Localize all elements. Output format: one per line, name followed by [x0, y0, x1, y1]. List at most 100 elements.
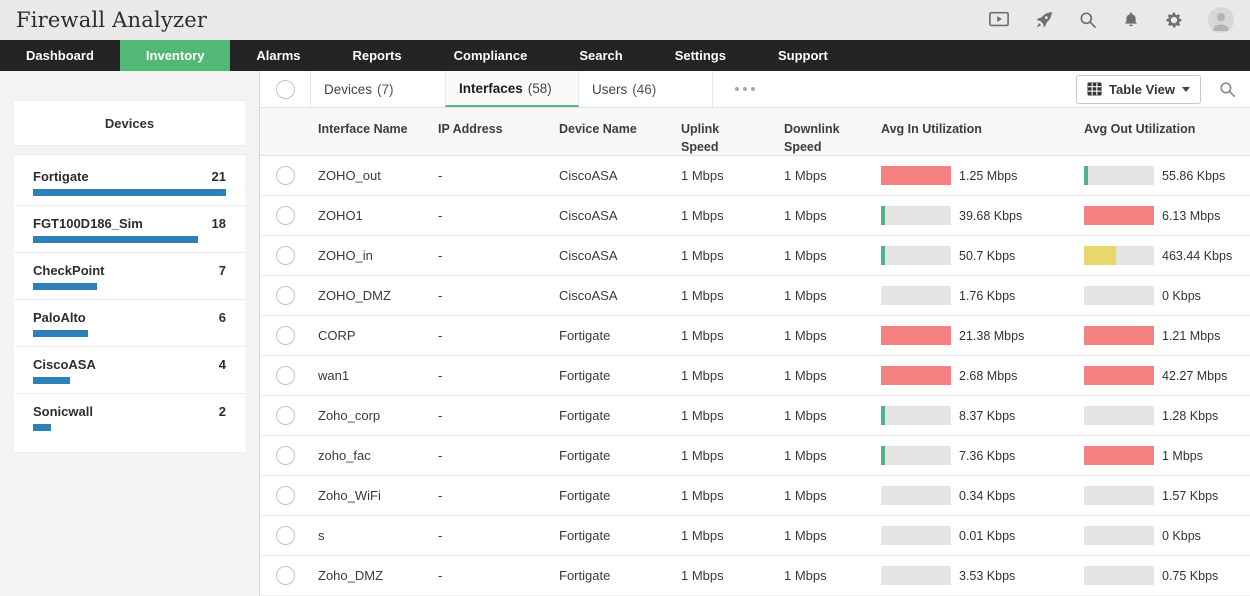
tab-count: (46) [632, 82, 656, 97]
row-select-radio[interactable] [276, 526, 295, 545]
utilization-value: 21.38 Mbps [959, 329, 1024, 343]
utilization-bar [881, 526, 951, 545]
downlink-speed: 1 Mbps [776, 288, 873, 303]
select-all-radio[interactable] [276, 80, 295, 99]
utilization-value: 0 Kbps [1162, 289, 1201, 303]
interface-name[interactable]: ZOHO1 [310, 208, 430, 223]
interface-name[interactable]: ZOHO_in [310, 248, 430, 263]
nav-item-support[interactable]: Support [752, 40, 854, 71]
device-list-item[interactable]: Sonicwall2 [14, 394, 245, 440]
device-list-item[interactable]: Fortigate21 [14, 159, 245, 206]
utilization-bar [1084, 286, 1154, 305]
device-list-item[interactable]: FGT100D186_Sim18 [14, 206, 245, 253]
utilization-bar [881, 326, 951, 345]
downlink-speed: 1 Mbps [776, 208, 873, 223]
tab-devices[interactable]: Devices(7) [311, 71, 445, 107]
table-row: ZOHO_DMZ-CiscoASA1 Mbps1 Mbps1.76 Kbps0 … [260, 276, 1250, 316]
row-select-radio[interactable] [276, 366, 295, 385]
nav-item-alarms[interactable]: Alarms [230, 40, 326, 71]
device-list-item[interactable]: CiscoASA4 [14, 347, 245, 394]
column-header-ip[interactable]: IP Address [430, 121, 551, 155]
utilization-bar-fill [1084, 446, 1154, 465]
row-select-radio[interactable] [276, 286, 295, 305]
row-radio-cell [260, 206, 310, 225]
device-list-item[interactable]: PaloAlto6 [14, 300, 245, 347]
table-view-button[interactable]: Table View [1076, 75, 1201, 104]
device-count-bar [33, 189, 226, 196]
rocket-icon[interactable] [1034, 10, 1054, 30]
row-select-radio[interactable] [276, 446, 295, 465]
bell-icon[interactable] [1122, 10, 1140, 30]
nav-item-dashboard[interactable]: Dashboard [0, 40, 120, 71]
utilization-bar [1084, 406, 1154, 425]
nav-item-reports[interactable]: Reports [327, 40, 428, 71]
device-list-item[interactable]: CheckPoint7 [14, 253, 245, 300]
device-name: CiscoASA [551, 248, 673, 263]
ip-address: - [430, 208, 551, 223]
interface-name[interactable]: Zoho_WiFi [310, 488, 430, 503]
utilization-bar-fill [881, 206, 885, 225]
row-select-radio[interactable] [276, 166, 295, 185]
utilization-bar [1084, 206, 1154, 225]
row-select-radio[interactable] [276, 406, 295, 425]
device-row: CiscoASA4 [33, 357, 226, 372]
device-name: Fortigate [551, 448, 673, 463]
tab-count: (58) [528, 81, 552, 96]
row-select-radio[interactable] [276, 206, 295, 225]
interface-name[interactable]: ZOHO_out [310, 168, 430, 183]
tab-interfaces[interactable]: Interfaces(58) [445, 71, 579, 107]
ip-address: - [430, 408, 551, 423]
utilization-bar [1084, 486, 1154, 505]
utilization-bar-fill [881, 366, 951, 385]
row-select-radio[interactable] [276, 326, 295, 345]
user-avatar[interactable] [1208, 7, 1234, 33]
utilization-bar [1084, 246, 1154, 265]
interface-name[interactable]: ZOHO_DMZ [310, 288, 430, 303]
row-select-radio[interactable] [276, 566, 295, 585]
row-radio-cell [260, 166, 310, 185]
row-select-radio[interactable] [276, 246, 295, 265]
uplink-speed: 1 Mbps [673, 488, 776, 503]
utilization-value: 1.57 Kbps [1162, 489, 1218, 503]
nav-item-settings[interactable]: Settings [649, 40, 752, 71]
interface-name[interactable]: CORP [310, 328, 430, 343]
column-header-down[interactable]: Downlink Speed [776, 121, 873, 155]
header-radio-spacer [260, 121, 310, 155]
column-header-in[interactable]: Avg In Utilization [873, 121, 1076, 155]
utilization-value: 1.25 Mbps [959, 169, 1017, 183]
nav-item-search[interactable]: Search [553, 40, 648, 71]
uplink-speed: 1 Mbps [673, 568, 776, 583]
device-count: 2 [219, 404, 226, 419]
utilization-bar-fill [881, 326, 951, 345]
column-header-name[interactable]: Interface Name [310, 121, 430, 155]
search-icon[interactable] [1078, 10, 1098, 30]
column-header-up[interactable]: Uplink Speed [673, 121, 776, 155]
app-title: Firewall Analyzer [16, 8, 207, 32]
device-count: 4 [219, 357, 226, 372]
more-tabs-button[interactable] [735, 71, 755, 107]
utilization-bar [881, 286, 951, 305]
presentation-icon[interactable] [988, 10, 1010, 30]
avg-in-utilization: 21.38 Mbps [873, 326, 1076, 345]
ip-address: - [430, 168, 551, 183]
column-header-out[interactable]: Avg Out Utilization [1076, 121, 1250, 155]
tab-users[interactable]: Users(46) [579, 71, 713, 107]
table-search-icon[interactable] [1218, 80, 1237, 99]
nav-item-compliance[interactable]: Compliance [428, 40, 554, 71]
interface-name[interactable]: Zoho_corp [310, 408, 430, 423]
interface-name[interactable]: wan1 [310, 368, 430, 383]
interface-name[interactable]: zoho_fac [310, 448, 430, 463]
row-radio-cell [260, 566, 310, 585]
row-radio-cell [260, 326, 310, 345]
utilization-value: 1 Mbps [1162, 449, 1203, 463]
interface-name[interactable]: Zoho_DMZ [310, 568, 430, 583]
gear-icon[interactable] [1164, 10, 1184, 30]
row-radio-cell [260, 246, 310, 265]
uplink-speed: 1 Mbps [673, 208, 776, 223]
device-count: 7 [219, 263, 226, 278]
row-select-radio[interactable] [276, 486, 295, 505]
interface-name[interactable]: s [310, 528, 430, 543]
nav-item-inventory[interactable]: Inventory [120, 40, 231, 71]
column-header-dev[interactable]: Device Name [551, 121, 673, 155]
device-count: 6 [219, 310, 226, 325]
